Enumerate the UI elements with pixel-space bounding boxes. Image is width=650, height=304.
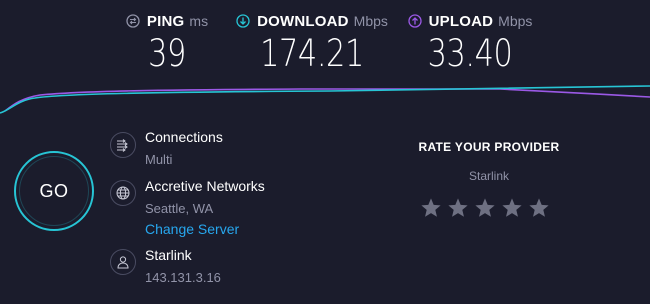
- connections-value: Multi: [145, 152, 173, 167]
- go-button[interactable]: GO: [14, 151, 94, 231]
- download-value: 174.21: [260, 32, 364, 75]
- star-5-icon[interactable]: [528, 197, 550, 219]
- go-button-label: GO: [39, 180, 69, 201]
- ping-unit: ms: [189, 13, 209, 29]
- upload-graph-line: [4, 88, 650, 112]
- provider-ip: 143.131.3.16: [145, 270, 221, 285]
- ping-value: 39: [148, 32, 186, 75]
- star-4-icon[interactable]: [501, 197, 523, 219]
- upload-metric: UPLOAD Mbps 33.40: [400, 10, 540, 76]
- rate-provider-title: RATE YOUR PROVIDER: [418, 140, 560, 154]
- speed-graph: [0, 85, 650, 114]
- provider-name: Starlink: [145, 247, 192, 263]
- server-name: Accretive Networks: [145, 178, 265, 194]
- upload-header: UPLOAD Mbps: [400, 10, 540, 32]
- upload-label: UPLOAD: [428, 12, 494, 30]
- upload-arrow-icon: [407, 14, 422, 28]
- download-label: DOWNLOAD: [257, 12, 349, 30]
- download-unit: Mbps: [353, 13, 388, 29]
- connections-title: Connections: [145, 129, 223, 145]
- connections-icon: [110, 132, 136, 158]
- change-server-link[interactable]: Change Server: [145, 221, 239, 237]
- star-2-icon[interactable]: [447, 197, 469, 219]
- upload-value: 33.40: [427, 32, 513, 75]
- server-location: Seattle, WA: [145, 201, 214, 216]
- rate-provider-name: Starlink: [468, 169, 509, 183]
- star-1-icon[interactable]: [420, 197, 442, 219]
- star-3-icon[interactable]: [474, 197, 496, 219]
- download-header: DOWNLOAD Mbps: [232, 10, 392, 32]
- ping-label: PING: [146, 12, 185, 30]
- star-rating: [420, 197, 555, 219]
- ping-icon: [126, 14, 140, 28]
- download-arrow-icon: [236, 14, 250, 28]
- speedtest-app: PING ms 39 DOWNLOAD Mbps 174.21 UPLOAD M…: [0, 0, 650, 304]
- download-graph-line: [0, 85, 650, 114]
- globe-icon: [110, 180, 136, 206]
- upload-unit: Mbps: [498, 13, 533, 29]
- ping-header: PING ms: [112, 10, 222, 32]
- person-icon: [110, 249, 136, 275]
- ping-metric: PING ms 39: [112, 10, 222, 76]
- download-metric: DOWNLOAD Mbps 174.21: [232, 10, 392, 76]
